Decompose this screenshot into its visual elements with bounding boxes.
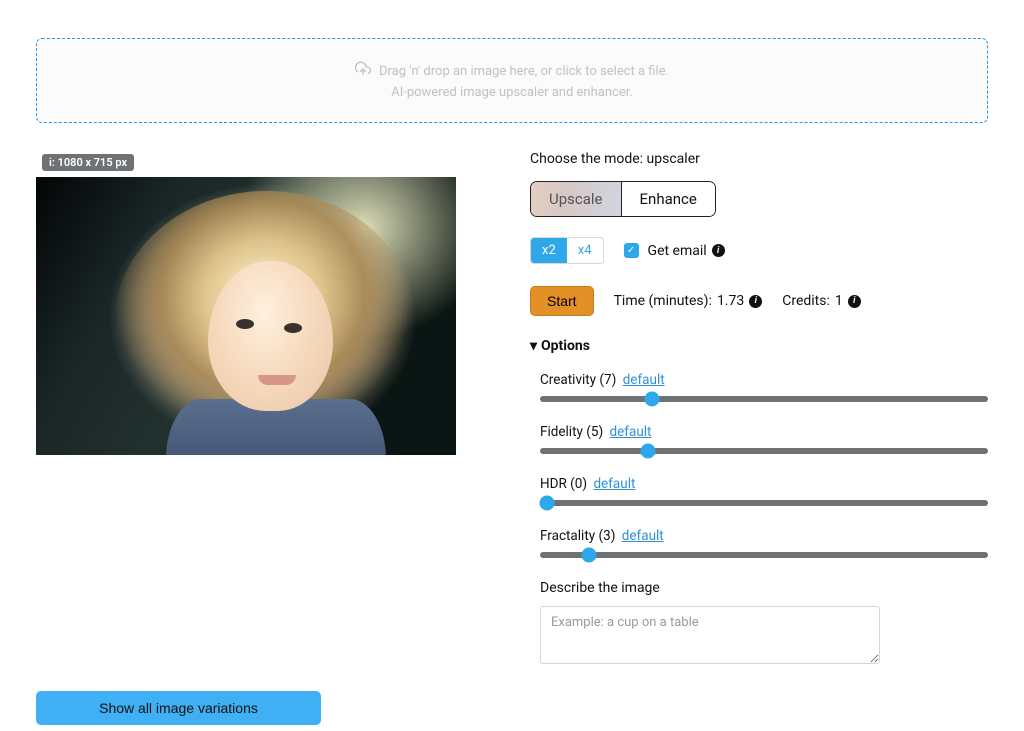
get-email-checkbox[interactable]: ✓ (624, 243, 639, 258)
hdr-slider-thumb[interactable] (539, 496, 554, 511)
start-button[interactable]: Start (530, 286, 594, 316)
fractality-label: Fractality (3) (540, 528, 615, 544)
get-email-option[interactable]: ✓ Get email i (624, 243, 725, 259)
info-icon[interactable]: i (848, 295, 861, 308)
info-icon[interactable]: i (749, 295, 762, 308)
fractality-default-link[interactable]: default (622, 528, 664, 544)
time-info: Time (minutes): 1.73 i (614, 293, 763, 309)
upload-dropzone[interactable]: Drag 'n' drop an image here, or click to… (36, 38, 988, 123)
options-toggle[interactable]: ▾ Options (530, 338, 988, 354)
fractality-slider-thumb[interactable] (582, 548, 597, 563)
image-dimensions-badge: i: 1080 x 715 px (42, 154, 134, 171)
creativity-default-link[interactable]: default (623, 372, 665, 388)
fidelity-label: Fidelity (5) (540, 424, 603, 440)
scale-x2-button[interactable]: x2 (531, 238, 567, 263)
upload-cloud-icon (355, 61, 371, 81)
scale-x4-button[interactable]: x4 (567, 238, 603, 263)
hdr-label: HDR (0) (540, 476, 587, 492)
scale-group: x2 x4 (530, 237, 604, 264)
fidelity-slider-thumb[interactable] (640, 444, 655, 459)
creativity-slider-thumb[interactable] (645, 392, 660, 407)
describe-label: Describe the image (540, 580, 988, 596)
image-preview (36, 177, 456, 455)
show-variations-button[interactable]: Show all image variations (36, 691, 321, 725)
mode-toggle: Upscale Enhance (530, 181, 716, 217)
caret-down-icon: ▾ (530, 338, 537, 354)
credits-info: Credits: 1 i (782, 293, 861, 309)
creativity-slider[interactable] (540, 396, 988, 402)
fidelity-default-link[interactable]: default (610, 424, 652, 440)
fidelity-slider[interactable] (540, 448, 988, 454)
hdr-default-link[interactable]: default (593, 476, 635, 492)
mode-label: Choose the mode: upscaler (530, 151, 988, 167)
creativity-label: Creativity (7) (540, 372, 616, 388)
get-email-label: Get email (648, 243, 707, 259)
tab-upscale[interactable]: Upscale (531, 182, 622, 216)
describe-textarea[interactable] (540, 606, 880, 664)
hdr-slider[interactable] (540, 500, 988, 506)
dropzone-text-2: AI-powered image upscaler and enhancer. (47, 85, 977, 100)
fractality-slider[interactable] (540, 552, 988, 558)
dropzone-text-1: Drag 'n' drop an image here, or click to… (379, 64, 669, 79)
info-icon[interactable]: i (712, 244, 725, 257)
tab-enhance[interactable]: Enhance (622, 182, 715, 216)
